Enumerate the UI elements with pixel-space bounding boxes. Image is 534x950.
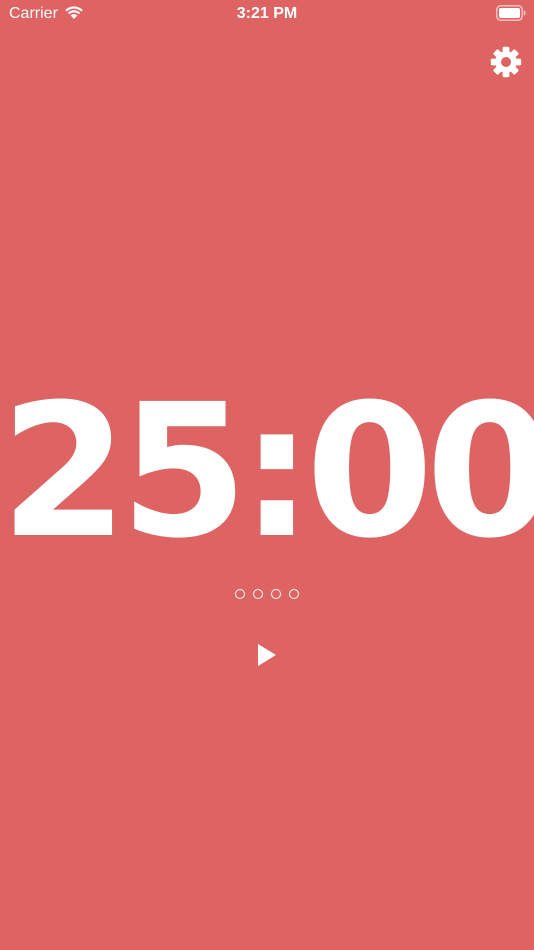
session-dot [289, 589, 299, 599]
gear-icon [489, 45, 523, 79]
play-icon [249, 640, 285, 670]
status-bar: Carrier 3:21 PM [0, 0, 534, 28]
settings-button[interactable] [489, 45, 523, 79]
battery-full-icon [496, 5, 526, 21]
session-progress-dots [0, 589, 534, 599]
session-dot [253, 589, 263, 599]
session-dot [271, 589, 281, 599]
status-time: 3:21 PM [236, 5, 298, 22]
timer-display: 25:00 [0, 365, 534, 579]
play-button[interactable] [249, 640, 285, 670]
app-screen: Carrier 3:21 PM 25:00 [0, 0, 534, 950]
session-dot [235, 589, 245, 599]
